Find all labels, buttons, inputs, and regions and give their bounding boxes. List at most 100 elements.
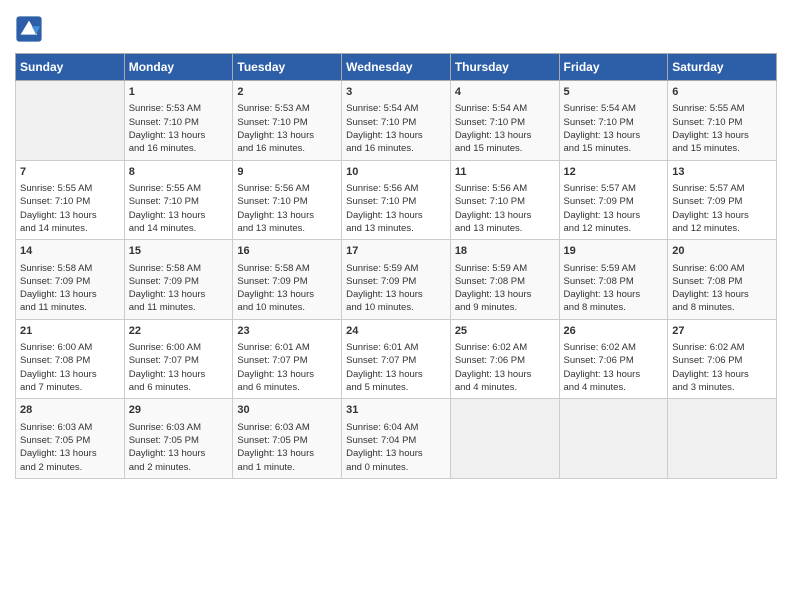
calendar-cell: [16, 81, 125, 161]
day-info: and 2 minutes.: [20, 461, 120, 474]
calendar-cell: 11Sunrise: 5:56 AMSunset: 7:10 PMDayligh…: [450, 160, 559, 240]
day-info: Daylight: 13 hours: [20, 368, 120, 381]
day-info: Sunset: 7:10 PM: [346, 195, 446, 208]
day-info: and 1 minute.: [237, 461, 337, 474]
calendar-cell: 16Sunrise: 5:58 AMSunset: 7:09 PMDayligh…: [233, 240, 342, 320]
day-info: Daylight: 13 hours: [455, 288, 555, 301]
day-info: and 4 minutes.: [564, 381, 664, 394]
day-number: 30: [237, 403, 337, 418]
day-info: Daylight: 13 hours: [20, 447, 120, 460]
day-info: and 8 minutes.: [564, 301, 664, 314]
day-info: Daylight: 13 hours: [672, 288, 772, 301]
day-info: Daylight: 13 hours: [455, 368, 555, 381]
calendar-cell: 8Sunrise: 5:55 AMSunset: 7:10 PMDaylight…: [124, 160, 233, 240]
day-info: Sunrise: 5:55 AM: [129, 182, 229, 195]
day-number: 9: [237, 165, 337, 180]
weekday-header-sunday: Sunday: [16, 54, 125, 81]
day-info: and 2 minutes.: [129, 461, 229, 474]
day-info: Daylight: 13 hours: [564, 368, 664, 381]
day-info: Sunset: 7:08 PM: [20, 354, 120, 367]
day-info: and 11 minutes.: [20, 301, 120, 314]
calendar-cell: 3Sunrise: 5:54 AMSunset: 7:10 PMDaylight…: [342, 81, 451, 161]
calendar-cell: 31Sunrise: 6:04 AMSunset: 7:04 PMDayligh…: [342, 399, 451, 479]
day-number: 26: [564, 324, 664, 339]
calendar-cell: 28Sunrise: 6:03 AMSunset: 7:05 PMDayligh…: [16, 399, 125, 479]
day-info: Daylight: 13 hours: [672, 368, 772, 381]
day-info: and 16 minutes.: [237, 142, 337, 155]
calendar-cell: 27Sunrise: 6:02 AMSunset: 7:06 PMDayligh…: [668, 319, 777, 399]
page-header: [15, 15, 777, 43]
day-info: Daylight: 13 hours: [129, 288, 229, 301]
day-info: Sunset: 7:08 PM: [672, 275, 772, 288]
day-info: Daylight: 13 hours: [672, 209, 772, 222]
day-info: Sunrise: 6:02 AM: [564, 341, 664, 354]
day-info: Sunset: 7:06 PM: [564, 354, 664, 367]
day-info: and 3 minutes.: [672, 381, 772, 394]
day-number: 27: [672, 324, 772, 339]
calendar-cell: 10Sunrise: 5:56 AMSunset: 7:10 PMDayligh…: [342, 160, 451, 240]
day-info: and 6 minutes.: [129, 381, 229, 394]
weekday-header-tuesday: Tuesday: [233, 54, 342, 81]
day-info: Daylight: 13 hours: [129, 129, 229, 142]
calendar-cell: 2Sunrise: 5:53 AMSunset: 7:10 PMDaylight…: [233, 81, 342, 161]
day-info: Sunrise: 5:56 AM: [346, 182, 446, 195]
day-info: and 15 minutes.: [564, 142, 664, 155]
day-number: 22: [129, 324, 229, 339]
day-info: and 12 minutes.: [672, 222, 772, 235]
day-info: Daylight: 13 hours: [672, 129, 772, 142]
day-info: Sunrise: 6:01 AM: [237, 341, 337, 354]
day-info: Sunrise: 5:55 AM: [672, 102, 772, 115]
day-number: 12: [564, 165, 664, 180]
day-info: Sunset: 7:06 PM: [455, 354, 555, 367]
day-info: Sunset: 7:10 PM: [346, 116, 446, 129]
day-info: and 8 minutes.: [672, 301, 772, 314]
day-number: 31: [346, 403, 446, 418]
day-info: and 10 minutes.: [237, 301, 337, 314]
calendar-cell: 18Sunrise: 5:59 AMSunset: 7:08 PMDayligh…: [450, 240, 559, 320]
calendar-cell: 21Sunrise: 6:00 AMSunset: 7:08 PMDayligh…: [16, 319, 125, 399]
day-info: Sunrise: 5:58 AM: [237, 262, 337, 275]
day-info: Sunrise: 5:57 AM: [564, 182, 664, 195]
logo-icon: [15, 15, 43, 43]
weekday-header-monday: Monday: [124, 54, 233, 81]
calendar-cell: 23Sunrise: 6:01 AMSunset: 7:07 PMDayligh…: [233, 319, 342, 399]
day-info: Sunset: 7:09 PM: [129, 275, 229, 288]
day-info: and 7 minutes.: [20, 381, 120, 394]
day-info: Daylight: 13 hours: [346, 288, 446, 301]
day-info: and 10 minutes.: [346, 301, 446, 314]
calendar-cell: 19Sunrise: 5:59 AMSunset: 7:08 PMDayligh…: [559, 240, 668, 320]
calendar-cell: 13Sunrise: 5:57 AMSunset: 7:09 PMDayligh…: [668, 160, 777, 240]
day-info: and 12 minutes.: [564, 222, 664, 235]
day-info: Sunset: 7:09 PM: [237, 275, 337, 288]
weekday-header-thursday: Thursday: [450, 54, 559, 81]
day-number: 17: [346, 244, 446, 259]
day-info: and 16 minutes.: [346, 142, 446, 155]
weekday-header-saturday: Saturday: [668, 54, 777, 81]
day-number: 8: [129, 165, 229, 180]
day-info: Sunset: 7:09 PM: [564, 195, 664, 208]
calendar-cell: 29Sunrise: 6:03 AMSunset: 7:05 PMDayligh…: [124, 399, 233, 479]
day-info: Daylight: 13 hours: [237, 129, 337, 142]
calendar-cell: 9Sunrise: 5:56 AMSunset: 7:10 PMDaylight…: [233, 160, 342, 240]
day-number: 21: [20, 324, 120, 339]
day-info: Sunrise: 5:59 AM: [455, 262, 555, 275]
day-info: Sunset: 7:08 PM: [455, 275, 555, 288]
day-info: Sunrise: 6:00 AM: [129, 341, 229, 354]
day-info: Sunset: 7:09 PM: [346, 275, 446, 288]
day-info: Sunset: 7:05 PM: [237, 434, 337, 447]
day-number: 2: [237, 85, 337, 100]
day-info: Sunrise: 5:57 AM: [672, 182, 772, 195]
day-number: 15: [129, 244, 229, 259]
day-info: Daylight: 13 hours: [237, 209, 337, 222]
day-info: and 13 minutes.: [237, 222, 337, 235]
day-info: and 0 minutes.: [346, 461, 446, 474]
day-info: Sunrise: 5:54 AM: [455, 102, 555, 115]
day-number: 3: [346, 85, 446, 100]
day-number: 19: [564, 244, 664, 259]
day-info: Sunrise: 5:58 AM: [129, 262, 229, 275]
day-number: 11: [455, 165, 555, 180]
day-info: Sunrise: 5:55 AM: [20, 182, 120, 195]
day-info: Sunrise: 5:54 AM: [564, 102, 664, 115]
day-number: 25: [455, 324, 555, 339]
day-info: Daylight: 13 hours: [20, 288, 120, 301]
